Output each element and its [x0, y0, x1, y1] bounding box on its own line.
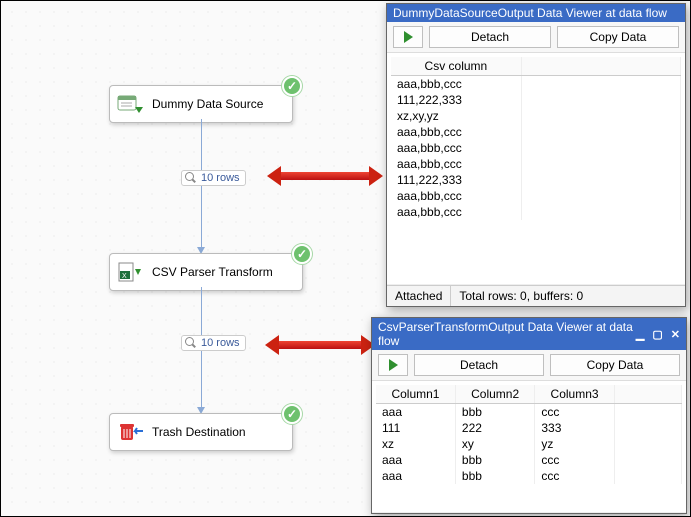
table-row: aaa,bbb,ccc — [391, 76, 681, 93]
status-totals: Total rows: 0, buffers: 0 — [451, 286, 685, 306]
status-attached: Attached — [387, 286, 451, 306]
callout-arrow-1 — [279, 172, 371, 180]
viewer-grid[interactable]: Column1 Column2 Column3 aaabbbccc 111222… — [372, 381, 686, 513]
close-icon[interactable]: ✕ — [671, 328, 680, 341]
copy-data-button[interactable]: Copy Data — [557, 26, 679, 48]
table-row: aaabbbccc — [376, 468, 682, 484]
ssis-design-canvas: Dummy Data Source ✓ 10 rows X CSV Parser… — [0, 0, 691, 517]
success-badge-icon: ✓ — [292, 244, 312, 264]
table-row: aaa,bbb,ccc — [391, 188, 681, 204]
node-label: CSV Parser Transform — [152, 265, 273, 279]
magnifier-icon — [185, 172, 197, 184]
table-row: 111,222,333 — [391, 92, 681, 108]
node-label: Dummy Data Source — [152, 97, 263, 111]
callout-arrow-2 — [277, 341, 363, 349]
column-header[interactable]: Column1 — [376, 385, 455, 404]
column-header-spacer — [521, 57, 680, 76]
svg-text:X: X — [122, 273, 127, 280]
column-header[interactable]: Column3 — [535, 385, 614, 404]
table-row: aaa,bbb,ccc — [391, 124, 681, 140]
maximize-icon[interactable]: ▢ — [652, 328, 662, 341]
table-row: 111222333 — [376, 420, 682, 436]
viewer-grid[interactable]: Csv column aaa,bbb,ccc 111,222,333 xz,xy… — [387, 53, 685, 285]
row-count-label-1[interactable]: 10 rows — [181, 170, 246, 186]
csv-parser-icon: X — [116, 260, 144, 284]
table-row: aaabbbccc — [376, 404, 682, 421]
detach-button[interactable]: Detach — [429, 26, 551, 48]
copy-data-button[interactable]: Copy Data — [550, 354, 680, 376]
window-title: DummyDataSourceOutput Data Viewer at dat… — [393, 6, 667, 20]
detach-button[interactable]: Detach — [414, 354, 544, 376]
node-trash-destination[interactable]: Trash Destination ✓ — [109, 413, 293, 451]
table-row: aaa,bbb,ccc — [391, 156, 681, 172]
trash-destination-icon — [116, 420, 144, 444]
window-title: CsvParserTransformOutput Data Viewer at … — [378, 320, 636, 348]
status-bar: Attached Total rows: 0, buffers: 0 — [387, 285, 685, 306]
viewer-toolbar: Detach Copy Data — [387, 22, 685, 53]
table-row: aaabbbccc — [376, 452, 682, 468]
data-viewer-1-window[interactable]: DummyDataSourceOutput Data Viewer at dat… — [386, 3, 686, 307]
column-header[interactable]: Csv column — [391, 57, 521, 76]
column-header[interactable]: Column2 — [455, 385, 534, 404]
window-title-bar[interactable]: DummyDataSourceOutput Data Viewer at dat… — [387, 4, 685, 22]
play-button[interactable] — [393, 26, 423, 48]
node-dummy-data-source[interactable]: Dummy Data Source ✓ — [109, 85, 293, 123]
node-csv-parser-transform[interactable]: X CSV Parser Transform ✓ — [109, 253, 303, 291]
row-count-label-2[interactable]: 10 rows — [181, 335, 246, 351]
play-icon — [389, 359, 398, 371]
success-badge-icon: ✓ — [282, 76, 302, 96]
table-row: 111,222,333 — [391, 172, 681, 188]
table-row: xz,xy,yz — [391, 108, 681, 124]
column-header-spacer — [614, 385, 681, 404]
data-source-icon — [116, 92, 144, 116]
data-viewer-2-window[interactable]: CsvParserTransformOutput Data Viewer at … — [371, 317, 687, 514]
table-row: aaa,bbb,ccc — [391, 204, 681, 220]
viewer-toolbar: Detach Copy Data — [372, 350, 686, 381]
table-row: xzxyyz — [376, 436, 682, 452]
play-button[interactable] — [378, 354, 408, 376]
minimize-icon[interactable]: ▁ — [636, 328, 644, 341]
window-title-bar[interactable]: CsvParserTransformOutput Data Viewer at … — [372, 318, 686, 350]
node-label: Trash Destination — [152, 425, 246, 439]
play-icon — [404, 31, 413, 43]
table-row: aaa,bbb,ccc — [391, 140, 681, 156]
success-badge-icon: ✓ — [282, 404, 302, 424]
magnifier-icon — [185, 337, 197, 349]
